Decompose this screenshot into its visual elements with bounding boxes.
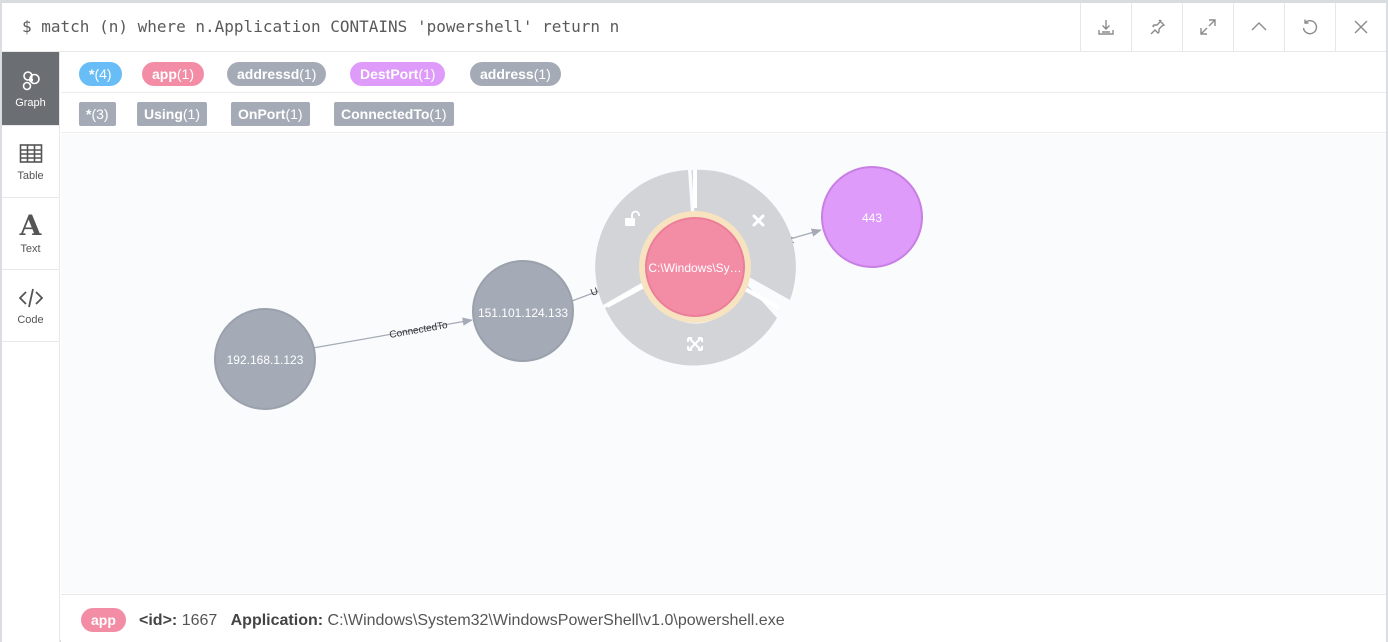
pill-count: (1) (418, 66, 436, 82)
node-151-101-124-133[interactable]: 151.101.124.133 (472, 260, 574, 362)
prop-key-id: <id>: (139, 612, 178, 629)
sidebar-item-graph[interactable]: Graph (2, 52, 59, 126)
pill-label: address (480, 66, 534, 82)
pill-label: addressd (237, 66, 300, 82)
graph-icon (22, 70, 40, 90)
pill-count: (4) (94, 66, 112, 82)
tag-count: (1) (182, 106, 201, 122)
tag-count: (1) (285, 106, 303, 122)
rel-tag-using[interactable]: Using(1) (137, 102, 208, 126)
edge-label-connectedto: ConnectedTo (389, 320, 449, 341)
sidebar-item-table[interactable]: Table (2, 126, 59, 198)
node-caption: 443 (862, 211, 882, 225)
node-inspector: app <id>: 1667 Application: C:\Windows\S… (61, 594, 1386, 642)
expand-icon (1200, 19, 1216, 35)
query-text[interactable]: $ match (n) where n.Application CONTAINS… (22, 17, 619, 36)
label-pill-app[interactable]: app(1) (142, 62, 205, 86)
sidebar-item-label: Code (17, 313, 44, 326)
pill-label: app (152, 66, 177, 82)
label-pill-destport[interactable]: DestPort(1) (350, 62, 446, 86)
node-443[interactable]: 443 (821, 166, 923, 268)
code-icon (18, 288, 43, 307)
rerun-button[interactable] (1284, 3, 1335, 51)
download-button[interactable] (1080, 3, 1131, 51)
prop-key-application: Application: (230, 612, 324, 629)
sidebar-item-label: Graph (15, 96, 46, 109)
node-caption: 151.101.124.133 (478, 306, 568, 320)
inspector-properties: <id>: 1667 Application: C:\Windows\Syste… (139, 612, 785, 630)
collapse-icon (1251, 22, 1267, 31)
result-frame: $ match (n) where n.Application CONTAINS… (0, 0, 1388, 642)
pill-count: (1) (176, 66, 195, 82)
rel-tag-connectedto[interactable]: ConnectedTo(1) (334, 102, 454, 126)
graph-svg[interactable]: ConnectedTo Us rt 192.168.1.123 151.101.… (61, 134, 1386, 593)
inspector-label-badge[interactable]: app (81, 608, 126, 632)
node-caption: C:\Windows\Sy… (648, 261, 741, 275)
download-icon (1098, 20, 1114, 35)
view-sidebar: Graph Table A Text Code (2, 52, 60, 642)
fullscreen-button[interactable] (1182, 3, 1233, 51)
node-caption: 192.168.1.123 (227, 353, 304, 367)
pin-button[interactable] (1131, 3, 1182, 51)
node-label-bar: *(4) app(1) addressd(1) DestPort(1) addr… (61, 53, 1386, 93)
tag-count: (1) (429, 106, 447, 122)
pill-count: (1) (533, 66, 551, 82)
relationship-type-bar: *(3) Using(1) OnPort(1) ConnectedTo(1) (61, 93, 1386, 133)
sidebar-item-text[interactable]: A Text (2, 198, 59, 270)
rerun-icon (1302, 19, 1318, 35)
tag-label: Using (144, 106, 183, 122)
sidebar-item-label: Text (20, 243, 41, 255)
graph-canvas[interactable]: ConnectedTo Us rt 192.168.1.123 151.101.… (61, 134, 1386, 593)
tag-count: (3) (91, 106, 109, 122)
text-icon: A (19, 209, 42, 242)
collapse-button[interactable] (1233, 3, 1284, 51)
rel-tag-onport[interactable]: OnPort(1) (231, 102, 310, 126)
prop-value-application: C:\Windows\System32\WindowsPowerShell\v1… (327, 612, 785, 629)
rel-tag-all[interactable]: *(3) (79, 102, 116, 126)
prop-value-id: 1667 (181, 612, 218, 629)
tag-label: ConnectedTo (341, 106, 430, 122)
close-icon (1354, 20, 1368, 34)
pill-label: DestPort (360, 66, 419, 82)
tag-label: OnPort (238, 106, 286, 122)
sidebar-item-label: Table (17, 169, 44, 182)
sidebar-item-code[interactable]: Code (2, 270, 59, 342)
frame-header: $ match (n) where n.Application CONTAINS… (2, 3, 1386, 52)
node-192-168-1-123[interactable]: 192.168.1.123 (214, 308, 316, 410)
label-pill-all[interactable]: *(4) (79, 62, 122, 86)
label-pill-address[interactable]: address(1) (470, 62, 561, 86)
frame-toolbar (1080, 3, 1386, 51)
pin-icon (1150, 19, 1166, 35)
table-icon (19, 143, 42, 163)
label-pill-addressd[interactable]: addressd(1) (227, 62, 327, 86)
pill-count: (1) (299, 66, 317, 82)
node-powershell-app[interactable]: C:\Windows\Sy… (639, 211, 751, 323)
close-button[interactable] (1335, 3, 1386, 51)
